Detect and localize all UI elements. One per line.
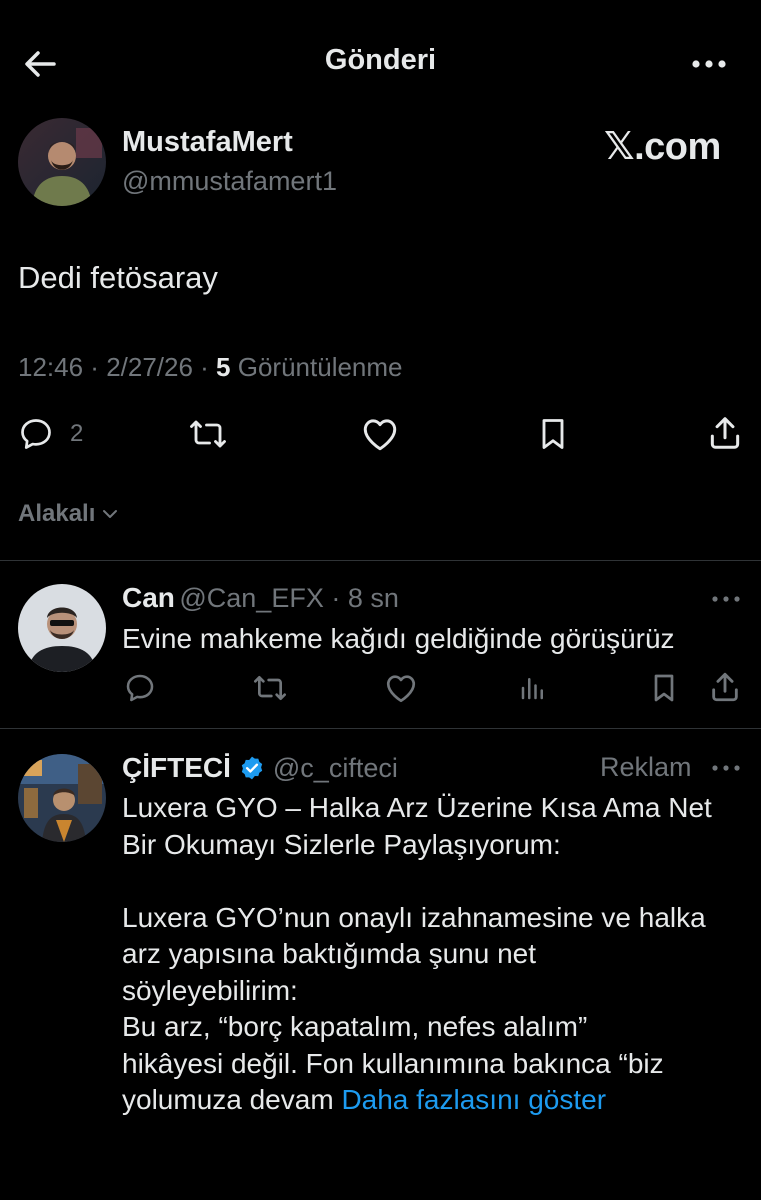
ad-text-line: Bu arz, “borç kapatalım, nefes alalım” <box>122 1011 588 1042</box>
ad-author-handle[interactable]: @c_cifteci <box>273 753 398 784</box>
bookmark-button[interactable] <box>536 416 570 452</box>
reply-bookmark-button[interactable] <box>650 672 678 704</box>
reply-author-name[interactable]: Can <box>122 582 175 613</box>
reply-reply-button[interactable] <box>124 672 156 704</box>
share-icon <box>706 414 744 452</box>
ad-text-line: Luxera GYO – Halka Arz Üzerine Kısa Ama … <box>122 792 712 823</box>
x-com-watermark: 𝕏.com <box>604 126 721 168</box>
heart-icon <box>384 672 418 704</box>
tweet-meta: 12:46 · 2/27/26 · 5 Görüntülenme <box>18 352 403 382</box>
views-label: Görüntülenme <box>237 352 403 382</box>
filter-label: Alakalı <box>18 500 96 527</box>
divider <box>0 560 761 561</box>
reply-avatar[interactable] <box>18 584 106 672</box>
reply-header: Can @Can_EFX · 8 sn <box>122 582 399 613</box>
more-options-icon[interactable] <box>690 48 730 80</box>
like-button[interactable] <box>360 416 400 452</box>
ad-text-line: hikâyesi değil. Fon kullanımına bakınca … <box>122 1047 664 1079</box>
heart-icon <box>360 416 400 452</box>
reply-retweet-button[interactable] <box>252 672 288 704</box>
show-more-link[interactable]: Daha fazlasını göster <box>341 1084 606 1115</box>
ad-text-line: yolumuza devam <box>122 1084 342 1115</box>
ad-more-icon[interactable] <box>710 761 742 775</box>
share-button[interactable] <box>706 414 744 452</box>
divider <box>0 728 761 729</box>
tweet-text: Dedi fetösaray <box>18 260 218 295</box>
share-icon <box>708 670 742 704</box>
chevron-down-icon <box>101 505 119 523</box>
reply-more-icon[interactable] <box>710 592 742 606</box>
page-title: Gönderi <box>324 44 437 76</box>
analytics-icon <box>518 672 548 704</box>
views-count: 5 <box>216 352 231 382</box>
ad-text-line: arz yapısına baktığımda şunu net <box>122 938 537 969</box>
ad-text-blank <box>122 863 758 900</box>
ad-text-line: söyleyebilirim: <box>122 974 298 1006</box>
reply-text: Evine mahkeme kağıdı geldiğinde görüşürü… <box>122 623 675 654</box>
verified-badge-icon <box>239 755 265 781</box>
author-name[interactable]: MustafaMert <box>122 126 293 159</box>
reply-icon <box>124 672 156 704</box>
bookmark-icon <box>536 416 570 452</box>
reply-icon <box>18 416 54 452</box>
ad-header: ÇİFTECİ @c_cifteci <box>122 752 398 784</box>
reply-button[interactable]: 2 <box>18 416 83 452</box>
ad-author-avatar[interactable] <box>18 754 106 842</box>
reply-like-button[interactable] <box>384 672 418 704</box>
reply-count: 2 <box>70 420 84 447</box>
ad-text-line: Luxera GYO’nun onaylı izahnamesine ve ha… <box>122 901 706 933</box>
ad-text-last-line: yolumuza devam Daha fazlasını göster <box>122 1082 758 1119</box>
bookmark-icon <box>650 672 678 704</box>
ad-author-name[interactable]: ÇİFTECİ <box>122 752 231 784</box>
author-handle[interactable]: @mmustafamert1 <box>122 166 337 197</box>
tweet-date: 2/27/26 <box>106 352 193 382</box>
reply-share-button[interactable] <box>708 670 742 704</box>
retweet-icon <box>188 416 228 452</box>
reply-author-handle[interactable]: @Can_EFX <box>179 583 323 613</box>
reply-views-button[interactable] <box>518 672 548 704</box>
retweet-button[interactable] <box>188 416 228 452</box>
ad-text: Luxera GYO – Halka Arz Üzerine Kısa Ama … <box>122 790 758 1119</box>
author-avatar[interactable] <box>18 118 106 206</box>
ad-label: Reklam <box>600 752 692 782</box>
tweet-time: 12:46 <box>18 352 84 382</box>
ad-text-line: Bir Okumayı Sizlerle Paylaşıyorum: <box>122 828 561 860</box>
relevance-filter[interactable]: Alakalı <box>18 500 119 528</box>
retweet-icon <box>252 672 288 704</box>
reply-time: 8 sn <box>347 583 399 613</box>
